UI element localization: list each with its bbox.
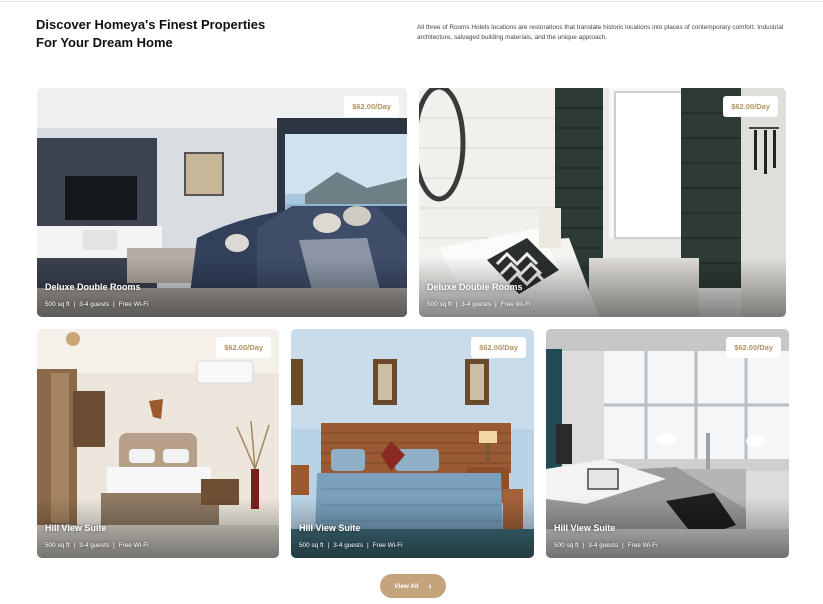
meta-separator: |	[622, 542, 624, 549]
chevron-right-icon: ›	[428, 580, 432, 591]
meta-separator: |	[367, 542, 369, 549]
section-intro: All three of Rooms Hotels locations are …	[417, 24, 784, 41]
room-guests: 3-4 guests	[79, 301, 110, 308]
room-card-hill-3[interactable]: $62.00/Day Hill View Suite 500 sq ft | 3-4…	[546, 329, 789, 558]
room-card-deluxe-1[interactable]: $62.00/Day Deluxe Double Rooms 500 sq ft…	[37, 88, 407, 317]
meta-separator: |	[73, 301, 76, 308]
room-wifi: Free Wi-Fi	[627, 542, 658, 549]
meta-separator: |	[113, 301, 115, 308]
meta-separator: |	[73, 542, 76, 549]
meta-separator: |	[455, 301, 458, 308]
view-all-label: View All	[394, 582, 419, 590]
section-heading: Discover Homeya's Finest Properties For …	[36, 17, 266, 50]
room-card-hill-2[interactable]: $62.00/Day Hill View Suite 500 sq ft | 3-4…	[291, 329, 534, 558]
room-wifi: Free Wi-Fi	[118, 301, 149, 308]
room-area: 500 sq ft	[45, 301, 70, 308]
meta-separator: |	[113, 542, 115, 549]
room-title[interactable]: Hill View Suite	[45, 523, 106, 533]
room-title[interactable]: Deluxe Double Rooms	[45, 282, 141, 292]
room-area: 500 sq ft	[427, 301, 452, 308]
room-guests: 3-4 guests	[588, 542, 619, 549]
room-card-hill-1[interactable]: $62.00/Day Hill View Suite 500 sq ft | 3-4…	[37, 329, 279, 558]
meta-separator: |	[327, 542, 330, 549]
room-area: 500 sq ft	[299, 542, 324, 549]
room-meta: 500 sq ft | 3-4 guests | Free Wi-Fi	[427, 301, 531, 308]
room-meta: 500 sq ft | 3-4 guests | Free Wi-Fi	[554, 542, 658, 549]
view-all-button[interactable]: View All ›	[380, 574, 446, 598]
room-wifi: Free Wi-Fi	[118, 542, 149, 549]
room-guests: 3-4 guests	[461, 301, 492, 308]
price-badge: $62.00/Day	[723, 96, 778, 117]
room-meta: 500 sq ft | 3-4 guests | Free Wi-Fi	[45, 301, 149, 308]
room-meta: 500 sq ft | 3-4 guests | Free Wi-Fi	[299, 542, 403, 549]
price-badge: $62.00/Day	[471, 337, 526, 358]
room-title[interactable]: Hill View Suite	[299, 523, 360, 533]
meta-separator: |	[582, 542, 585, 549]
price-badge: $62.00/Day	[726, 337, 781, 358]
room-title[interactable]: Deluxe Double Rooms	[427, 282, 523, 292]
price-badge: $62.00/Day	[344, 96, 399, 117]
price-badge: $62.00/Day	[216, 337, 271, 358]
room-card-deluxe-2[interactable]: $62.00/Day Deluxe Double Rooms 500 sq ft…	[419, 88, 786, 317]
room-meta: 500 sq ft | 3-4 guests | Free Wi-Fi	[45, 542, 149, 549]
room-guests: 3-4 guests	[79, 542, 110, 549]
room-wifi: Free Wi-Fi	[500, 301, 531, 308]
room-wifi: Free Wi-Fi	[372, 542, 403, 549]
top-divider	[0, 1, 823, 2]
meta-separator: |	[495, 301, 497, 308]
room-area: 500 sq ft	[554, 542, 579, 549]
room-area: 500 sq ft	[45, 542, 70, 549]
room-guests: 3-4 guests	[333, 542, 364, 549]
room-title[interactable]: Hill View Suite	[554, 523, 615, 533]
